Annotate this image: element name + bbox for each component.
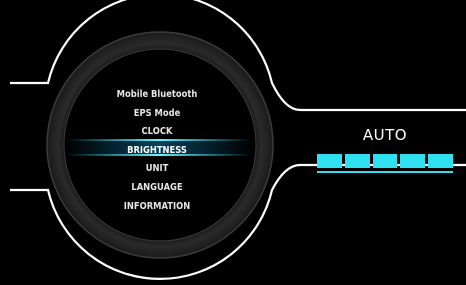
brightness-level-segment bbox=[428, 154, 453, 168]
menu-item-eps-mode[interactable]: EPS Mode bbox=[72, 105, 243, 124]
brightness-level-segment bbox=[344, 154, 370, 168]
menu-item-clock[interactable]: CLOCK bbox=[72, 123, 243, 142]
level-bar-underline bbox=[317, 171, 453, 173]
brightness-level-segment bbox=[372, 154, 398, 168]
menu-item-language[interactable]: LANGUAGE bbox=[72, 179, 243, 198]
settings-menu: Mobile Bluetooth EPS Mode CLOCK BRIGHTNE… bbox=[60, 86, 254, 216]
menu-item-unit[interactable]: UNIT bbox=[72, 160, 243, 179]
brightness-mode-label: AUTO bbox=[362, 126, 408, 144]
dashboard-screen: Mobile Bluetooth EPS Mode CLOCK BRIGHTNE… bbox=[0, 0, 466, 285]
brightness-level-segment bbox=[400, 154, 426, 168]
brightness-level-segment bbox=[317, 154, 342, 168]
menu-item-brightness[interactable]: BRIGHTNESS bbox=[72, 142, 243, 161]
menu-item-information[interactable]: INFORMATION bbox=[72, 198, 243, 217]
menu-item-mobile-bluetooth[interactable]: Mobile Bluetooth bbox=[72, 86, 243, 105]
brightness-level-bar[interactable] bbox=[317, 154, 453, 168]
